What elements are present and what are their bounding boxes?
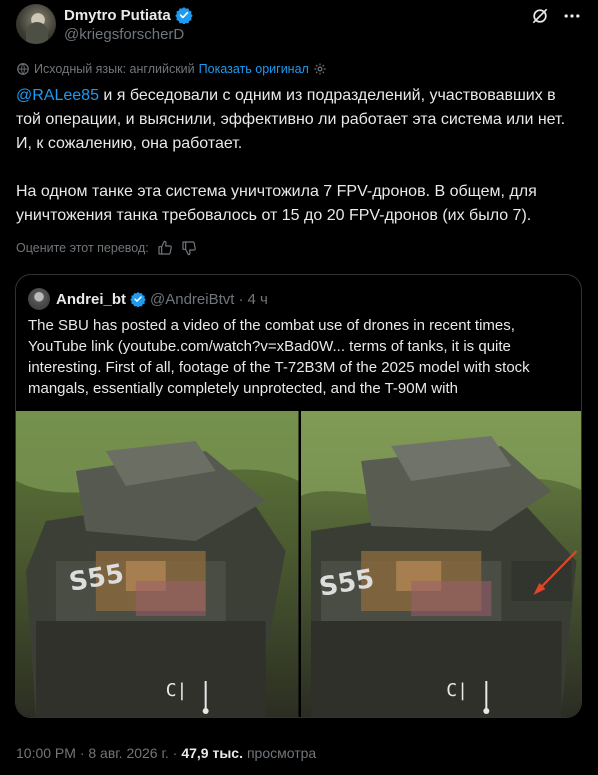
author-handle[interactable]: @kriegsforscherD xyxy=(64,26,184,43)
verified-badge-icon xyxy=(130,292,146,307)
quoted-text: The SBU has posted a video of the combat… xyxy=(28,317,530,397)
rate-translation: Оцените этот перевод: xyxy=(16,240,197,256)
translation-bar: Исходный язык: английский Показать ориги… xyxy=(16,62,327,76)
views-label: просмотра xyxy=(246,745,317,761)
author-name-row: Dmytro Putiata xyxy=(64,6,193,24)
quoted-media: S55 C| S55 C| xyxy=(16,411,581,717)
avatar[interactable] xyxy=(16,4,56,44)
quoted-tweet[interactable]: Andrei_bt @AndreiBtvt · 4 ч The SBU has … xyxy=(15,274,582,718)
thumbs-down-icon[interactable] xyxy=(181,240,197,256)
tweet-paragraph-2: На одном танке эта система уничтожила 7 … xyxy=(16,183,537,224)
tank-photo-1[interactable]: S55 C| xyxy=(16,411,299,717)
quoted-avatar xyxy=(28,288,50,310)
author-display-name[interactable]: Dmytro Putiata xyxy=(64,7,171,24)
views-count: 47,9 тыс. xyxy=(181,745,243,761)
quoted-handle: @AndreiBtvt xyxy=(150,290,235,308)
thumbs-up-icon[interactable] xyxy=(157,240,173,256)
show-original-link[interactable]: Показать оригинал xyxy=(199,62,309,76)
quoted-display-name: Andrei_bt xyxy=(56,290,127,308)
tweet-body: @RALee85 и я беседовали с одним из подра… xyxy=(16,84,582,252)
tweet-paragraph-1: @RALee85 и я беседовали с одним из подра… xyxy=(16,84,582,156)
tank-photo-2[interactable]: S55 C| xyxy=(300,411,581,717)
translate-icon xyxy=(17,63,29,75)
svg-text:C|: C| xyxy=(166,680,188,701)
tweet-footer: 10:00 PM · 8 авг. 2026 г. · 47,9 тыс. пр… xyxy=(16,745,316,761)
mention-link[interactable]: @RALee85 xyxy=(16,87,99,104)
tweet-paragraph-1-text: и я беседовали с одним из подразделений,… xyxy=(16,87,566,152)
more-icon[interactable] xyxy=(562,6,582,26)
verified-badge-icon xyxy=(174,7,193,24)
svg-text:C|: C| xyxy=(446,680,468,701)
quoted-time: 4 ч xyxy=(247,290,268,308)
grok-icon[interactable] xyxy=(530,6,550,26)
tweet-header: Dmytro Putiata @kriegsforscherD xyxy=(16,4,582,48)
rate-translation-label: Оцените этот перевод: xyxy=(16,241,149,255)
header-actions xyxy=(530,6,582,26)
tweet-timestamp[interactable]: 10:00 PM · 8 авг. 2026 г. · xyxy=(16,745,177,761)
quoted-tweet-header: Andrei_bt @AndreiBtvt · 4 ч xyxy=(28,288,268,310)
quoted-separator: · xyxy=(238,290,244,308)
settings-icon[interactable] xyxy=(313,62,327,76)
source-language-label: Исходный язык: английский xyxy=(34,62,195,76)
